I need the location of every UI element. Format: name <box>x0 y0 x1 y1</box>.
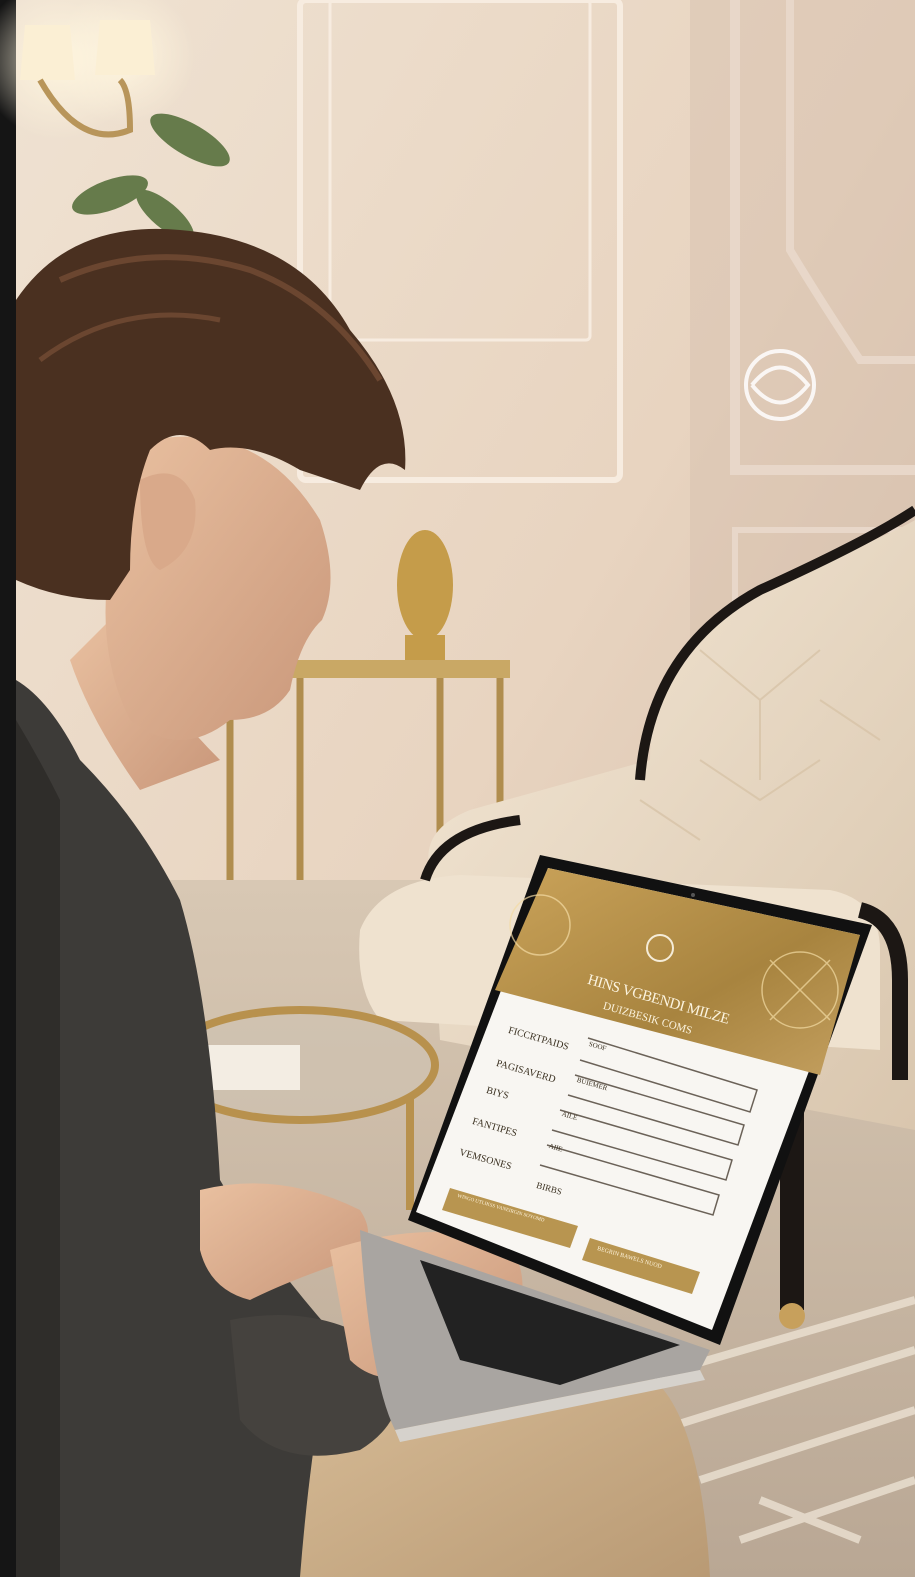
photo-scene: HINS VGBENDI MILZE DUIZBESIK COMS FICCRT… <box>0 0 915 1577</box>
gold-statue <box>397 530 453 660</box>
scene-illustration <box>0 0 915 1577</box>
